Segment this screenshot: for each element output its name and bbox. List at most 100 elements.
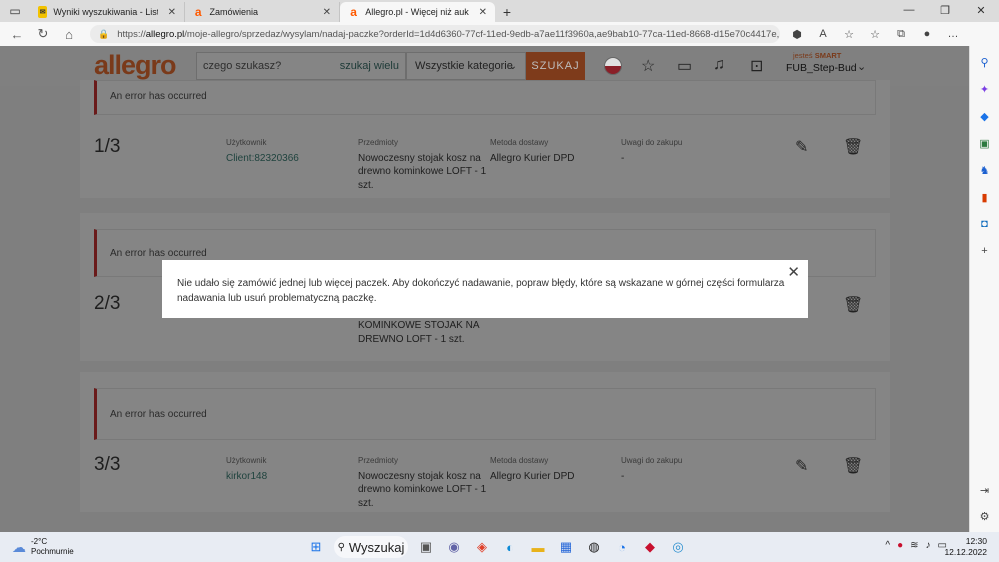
- edit-icon[interactable]: ✎: [795, 456, 808, 476]
- search-icon: ⚲: [337, 541, 345, 553]
- weather-widget[interactable]: ☁ -2°C Pochmurnie: [12, 537, 74, 557]
- app-icon[interactable]: ◍: [584, 537, 604, 557]
- start-icon[interactable]: ⊞: [306, 537, 326, 557]
- error-text: An error has occurred: [110, 247, 207, 259]
- cart-icon[interactable]: ⊡: [750, 56, 763, 76]
- weather-temp: -2°C: [31, 537, 48, 546]
- tab-title: Zamówienia: [209, 7, 259, 17]
- favorites-icon[interactable]: ☆: [864, 28, 886, 41]
- item-text: drewno kominkowe LOFT - 1: [358, 166, 487, 177]
- allegro-logo[interactable]: allegro: [94, 50, 177, 81]
- store-icon[interactable]: ▦: [556, 537, 576, 557]
- add-icon[interactable]: +: [977, 243, 993, 259]
- outlook-icon[interactable]: ◘: [977, 216, 993, 232]
- url-field[interactable]: 🔒 https://allegro.pl/moje-allegro/sprzed…: [90, 25, 780, 43]
- office-icon[interactable]: ▮: [977, 189, 993, 205]
- clock[interactable]: 12:30 12.12.2022: [944, 536, 987, 558]
- error-box: An error has occurred: [94, 80, 876, 115]
- tab-actions-icon[interactable]: ▭: [0, 0, 30, 22]
- profile-icon[interactable]: ●: [916, 28, 938, 41]
- app-icon[interactable]: ◔: [612, 537, 632, 557]
- error-text: An error has occurred: [110, 408, 207, 420]
- sidebar-toggle-icon[interactable]: ⇥: [977, 482, 993, 498]
- taskbar-search-label: Wyszukaj: [348, 539, 405, 555]
- minimize-icon[interactable]: —: [891, 0, 927, 20]
- order-number: 2/3: [94, 293, 121, 314]
- chevron-up-icon[interactable]: ^: [885, 540, 890, 551]
- extension-icon[interactable]: ⬢: [786, 28, 808, 41]
- user-column: Użytkownik Client:82320366: [226, 136, 299, 165]
- windows-taskbar: ☁ -2°C Pochmurnie ⊞ ⚲ Wyszukaj ▣ ◉ ◈ ◐ ▬ …: [0, 532, 999, 562]
- order-number: 1/3: [94, 136, 121, 157]
- items-column: Przedmioty Nowoczesny stojak kosz na dre…: [358, 454, 486, 510]
- close-icon[interactable]: ✕: [168, 7, 176, 18]
- collections-icon[interactable]: ⧉: [890, 28, 912, 41]
- user-label: Użytkownik: [226, 456, 267, 465]
- close-icon[interactable]: ✕: [323, 7, 331, 18]
- games-icon[interactable]: ♞: [977, 162, 993, 178]
- user-menu[interactable]: FUB_Step-Bud: [786, 62, 857, 74]
- trash-icon[interactable]: 🗑: [843, 295, 863, 315]
- task-view-icon[interactable]: ▣: [416, 537, 436, 557]
- security-icon[interactable]: ●: [897, 540, 903, 551]
- weather-desc: Pochmurnie: [31, 547, 74, 556]
- user-link[interactable]: Client:82320366: [226, 152, 299, 166]
- sparkle-icon[interactable]: ✦: [977, 81, 993, 97]
- new-tab-icon[interactable]: +: [495, 2, 519, 22]
- tag-icon[interactable]: ◆: [977, 108, 993, 124]
- restore-icon[interactable]: ❐: [927, 0, 963, 20]
- tab-allegro[interactable]: a Allegro.pl - Więcej niż aukcje. Na ✕: [340, 2, 495, 22]
- error-box: An error has occurred: [94, 388, 876, 440]
- lock-icon: 🔒: [98, 28, 110, 39]
- read-aloud-icon[interactable]: A: [812, 28, 834, 41]
- wifi-icon[interactable]: ≋: [910, 540, 918, 551]
- teams-icon[interactable]: ◉: [444, 537, 464, 557]
- chevron-down-icon[interactable]: ⌄: [857, 60, 866, 73]
- globe-icon[interactable]: ◎: [668, 537, 688, 557]
- tab-wyniki[interactable]: ✉ Wyniki wyszukiwania - Lista Wiad ✕: [30, 2, 185, 22]
- smart-badge: jesteś SMART: [793, 51, 841, 60]
- bell-icon[interactable]: ♫: [713, 56, 725, 74]
- system-tray: ^ ● ≋ ♪ ▭: [885, 540, 947, 551]
- browser-tab-bar: ▭ ✉ Wyniki wyszukiwania - Lista Wiad ✕ a…: [0, 0, 999, 22]
- user-label: Użytkownik: [226, 138, 267, 147]
- settings-icon[interactable]: ⚙: [977, 508, 993, 524]
- trash-icon[interactable]: 🗑: [843, 456, 863, 476]
- delivery-label: Metoda dostawy: [490, 456, 549, 465]
- delivery-column: Metoda dostawy Allegro Kurier DPD: [490, 454, 574, 483]
- poland-flag-icon[interactable]: [604, 57, 622, 75]
- chat-icon[interactable]: ▭: [677, 56, 692, 76]
- user-link[interactable]: kirkor148: [226, 470, 267, 484]
- item-text: drewno kominkowe LOFT - 1: [358, 484, 487, 495]
- search-icon[interactable]: ⚲: [977, 54, 993, 70]
- allegro-icon: a: [194, 5, 202, 19]
- star-icon[interactable]: ☆: [641, 56, 655, 76]
- back-icon[interactable]: ←: [4, 22, 30, 46]
- favorite-add-icon[interactable]: ☆: [838, 28, 860, 41]
- reload-icon[interactable]: ↻: [30, 22, 56, 46]
- tab-zamowienia[interactable]: a Zamówienia ✕: [185, 2, 340, 22]
- folder-icon[interactable]: ▬: [528, 537, 548, 557]
- close-icon[interactable]: ✕: [787, 265, 800, 280]
- address-bar: ← ↻ ⌂ 🔒 https://allegro.pl/moje-allegro/…: [0, 22, 999, 46]
- url-prefix: https://: [117, 28, 146, 40]
- allegro-icon: a: [350, 5, 357, 19]
- edge-icon[interactable]: ◐: [500, 537, 520, 557]
- more-icon[interactable]: …: [942, 28, 964, 41]
- app-icon[interactable]: ◈: [472, 537, 492, 557]
- category-select[interactable]: Wszystkie kategorie ⌄: [406, 52, 526, 80]
- home-icon[interactable]: ⌂: [56, 22, 82, 46]
- mcafee-icon[interactable]: ◆: [640, 537, 660, 557]
- trash-icon[interactable]: 🗑: [843, 137, 863, 157]
- window-close-icon[interactable]: ✕: [963, 0, 999, 20]
- page-content: allegro czego szukasz? szukaj wielu Wszy…: [0, 46, 969, 532]
- edit-icon[interactable]: ✎: [795, 137, 808, 157]
- taskbar-search[interactable]: ⚲ Wyszukaj: [334, 536, 408, 558]
- search-input[interactable]: czego szukasz? szukaj wielu: [196, 52, 406, 80]
- search-button[interactable]: SZUKAJ: [526, 52, 585, 80]
- items-label: Przedmioty: [358, 138, 399, 147]
- briefcase-icon[interactable]: ▣: [977, 135, 993, 151]
- close-icon[interactable]: ✕: [479, 7, 487, 18]
- search-multi-link[interactable]: szukaj wielu: [340, 60, 399, 72]
- volume-icon[interactable]: ♪: [926, 540, 931, 551]
